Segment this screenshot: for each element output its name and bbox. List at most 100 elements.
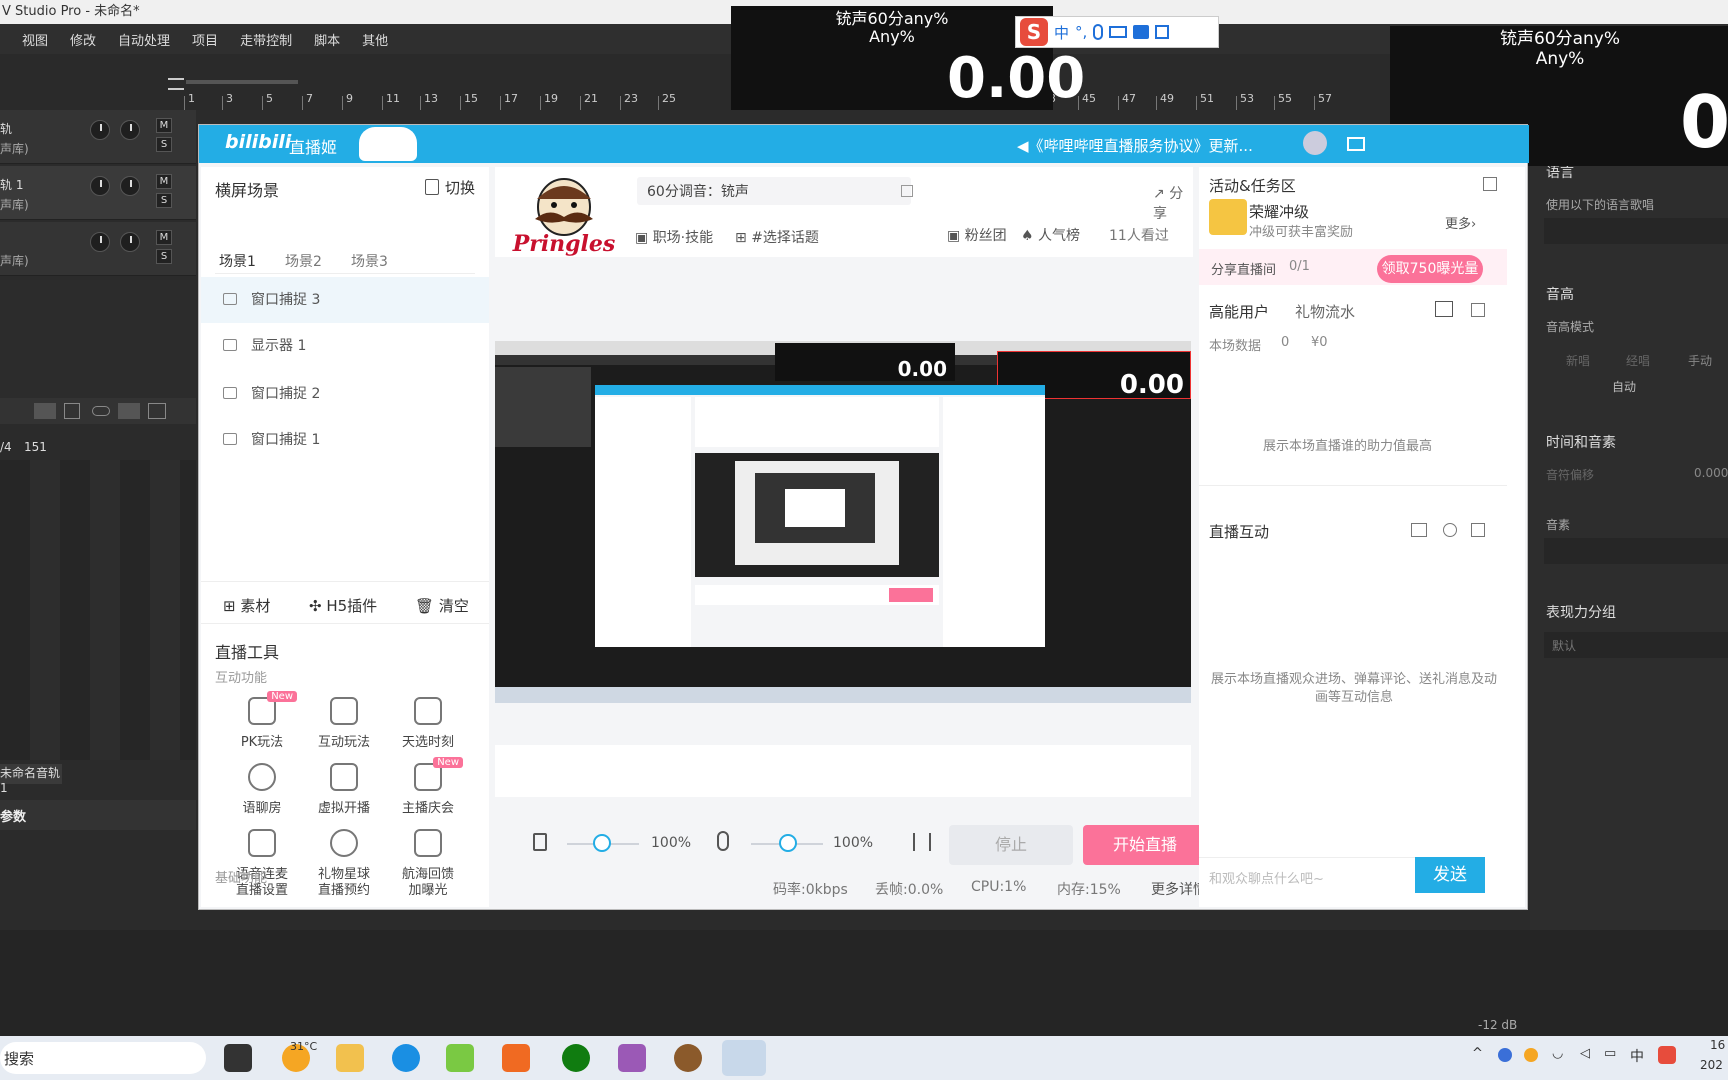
pan-knob[interactable] [120,176,140,196]
settings-icon[interactable] [1443,523,1457,537]
track-1[interactable]: 轨 声库) M S [0,110,196,164]
mute-button[interactable]: M [156,118,172,133]
category-button[interactable]: ▣ 职场·技能 [635,227,713,247]
mute-chat-icon[interactable] [1411,523,1427,537]
start-live-button[interactable]: 开始直播 [1083,825,1207,865]
stop-button[interactable]: 停止 [949,825,1073,865]
menu-icon[interactable] [168,78,184,90]
tool-schedule[interactable]: 直播预约 [299,879,389,909]
tool-celebration[interactable]: 主播庆会 New [383,757,473,833]
h5-button[interactable]: ✣ H5插件 [309,595,377,616]
mute-button[interactable]: M [156,174,172,189]
bilibili-live-task-icon[interactable] [722,1040,766,1076]
mail-icon[interactable] [1347,137,1365,151]
tool-voice-room[interactable]: 语聊房 [217,763,307,833]
task-view-icon[interactable] [224,1044,252,1072]
tab-scene-3[interactable]: 场景3 [351,251,388,271]
zoom-bar[interactable] [186,80,298,84]
mic-muted-icon[interactable] [717,831,729,851]
room-cover[interactable]: Pringles [507,177,621,257]
popular-button[interactable]: ♠ 人气榜 [1021,225,1080,245]
grid-icon[interactable] [1155,25,1170,39]
volume-knob[interactable] [90,232,110,252]
xbox-icon[interactable] [562,1044,590,1072]
chat-input[interactable]: 和观众聊点什么吧~ [1199,857,1415,893]
more-link[interactable]: 更多› [1445,213,1476,232]
volume-knob[interactable] [90,120,110,140]
daw-menu-item[interactable]: 自动处理 [118,30,170,49]
app-icon[interactable] [446,1044,474,1072]
solo-button[interactable]: S [156,137,172,152]
expr-select[interactable]: 默认 [1544,632,1728,658]
taskbar-search[interactable]: 搜索 [0,1042,206,1074]
assets-button[interactable]: ⊞ 素材 [223,595,270,616]
pitch-opt[interactable]: 手动 [1688,352,1712,369]
app-icon[interactable] [674,1044,702,1072]
speaker-icon[interactable] [533,833,547,851]
sogou-logo-icon[interactable]: S [1020,18,1048,46]
ime-punct[interactable]: °, [1075,23,1087,41]
send-button[interactable]: 发送 [1415,857,1485,893]
phoneme-field[interactable] [1544,538,1728,564]
topic-button[interactable]: ⊞ #选择话题 [735,227,819,247]
solo-button[interactable]: S [156,249,172,264]
track-2[interactable]: 轨 1 声库) M S [0,166,196,220]
avatar[interactable] [1303,131,1327,155]
file-explorer-icon[interactable] [336,1044,364,1072]
room-title-field[interactable]: 60分调音：铳声 [637,177,911,205]
tool-boost[interactable]: 加曝光 [383,879,473,909]
popout-icon[interactable] [1471,303,1485,317]
track-3[interactable]: 声库) M S [0,222,196,276]
claim-exposure-button[interactable]: 领取750曝光量 [1377,255,1483,283]
clock-time[interactable]: 16 [1710,1038,1725,1052]
share-button[interactable]: ↗ 分享 [1153,183,1193,223]
source-item[interactable]: 显示器 1 [201,323,489,369]
daw-menu-item[interactable]: 脚本 [314,30,340,49]
daw-menu-item[interactable]: 视图 [22,30,48,49]
curve-tool-icon[interactable] [148,403,166,419]
source-item[interactable]: 窗口捕捉 3 [201,277,489,323]
speaker-volume-thumb[interactable] [593,834,611,852]
daw-menu-item[interactable]: 项目 [192,30,218,49]
tool-virtual[interactable]: 虚拟开播 [299,763,389,833]
solo-button[interactable]: S [156,193,172,208]
pitch-opt[interactable]: 新唱 [1566,352,1590,369]
tab-scene-2[interactable]: 场景2 [285,251,322,271]
fl-studio-icon[interactable] [502,1044,530,1072]
link-tool-icon[interactable] [92,406,110,416]
wifi-icon[interactable]: ◡ [1552,1046,1563,1061]
daw-menu-item[interactable]: 修改 [70,30,96,49]
notice-text[interactable]: ◀《哔哩哔哩直播服务协议》更新... [1017,135,1253,156]
pan-knob[interactable] [120,232,140,252]
source-item[interactable]: 窗口捕捉 2 [201,371,489,417]
tool-pk[interactable]: PK玩法 New [217,691,307,767]
lang-select[interactable] [1544,218,1728,244]
popout-icon[interactable] [1483,177,1497,191]
sogou-tray-icon[interactable] [1658,1046,1676,1064]
gift-icon[interactable] [1435,301,1453,317]
gift-flow-tab[interactable]: 礼物流水 [1295,301,1355,322]
promo-title[interactable]: 荣耀冲级 [1249,201,1309,222]
mic-icon[interactable] [1093,24,1104,40]
tray-icon[interactable] [1498,1048,1512,1062]
switch-button[interactable]: 切换 [445,177,475,198]
stream-preview[interactable]: 0.00 0.00 [495,341,1191,703]
battery-icon[interactable]: ▭ [1604,1046,1616,1061]
popout-icon[interactable] [1471,523,1485,537]
piano-roll-grid[interactable] [0,460,196,760]
fans-button[interactable]: ▣ 粉丝团 [947,225,1007,245]
daw-menu-item[interactable]: 其他 [362,30,388,49]
promo-image[interactable] [1209,199,1247,235]
pencil-tool-icon[interactable] [64,403,80,419]
tray-icon[interactable] [1524,1048,1538,1062]
pitch-opt[interactable]: 经唱 [1626,352,1650,369]
ime-lang[interactable]: 中 [1054,22,1069,43]
mute-button[interactable]: M [156,230,172,245]
chevron-up-icon[interactable]: ^ [1472,1046,1483,1061]
pointer-tool-icon[interactable] [34,403,56,419]
note-tool-icon[interactable] [118,403,140,419]
tool-interact[interactable]: 互动玩法 [299,697,389,767]
source-item[interactable]: 窗口捕捉 1 [201,417,489,463]
switch-icon[interactable] [425,179,439,195]
clock-date[interactable]: 202 [1700,1058,1723,1072]
